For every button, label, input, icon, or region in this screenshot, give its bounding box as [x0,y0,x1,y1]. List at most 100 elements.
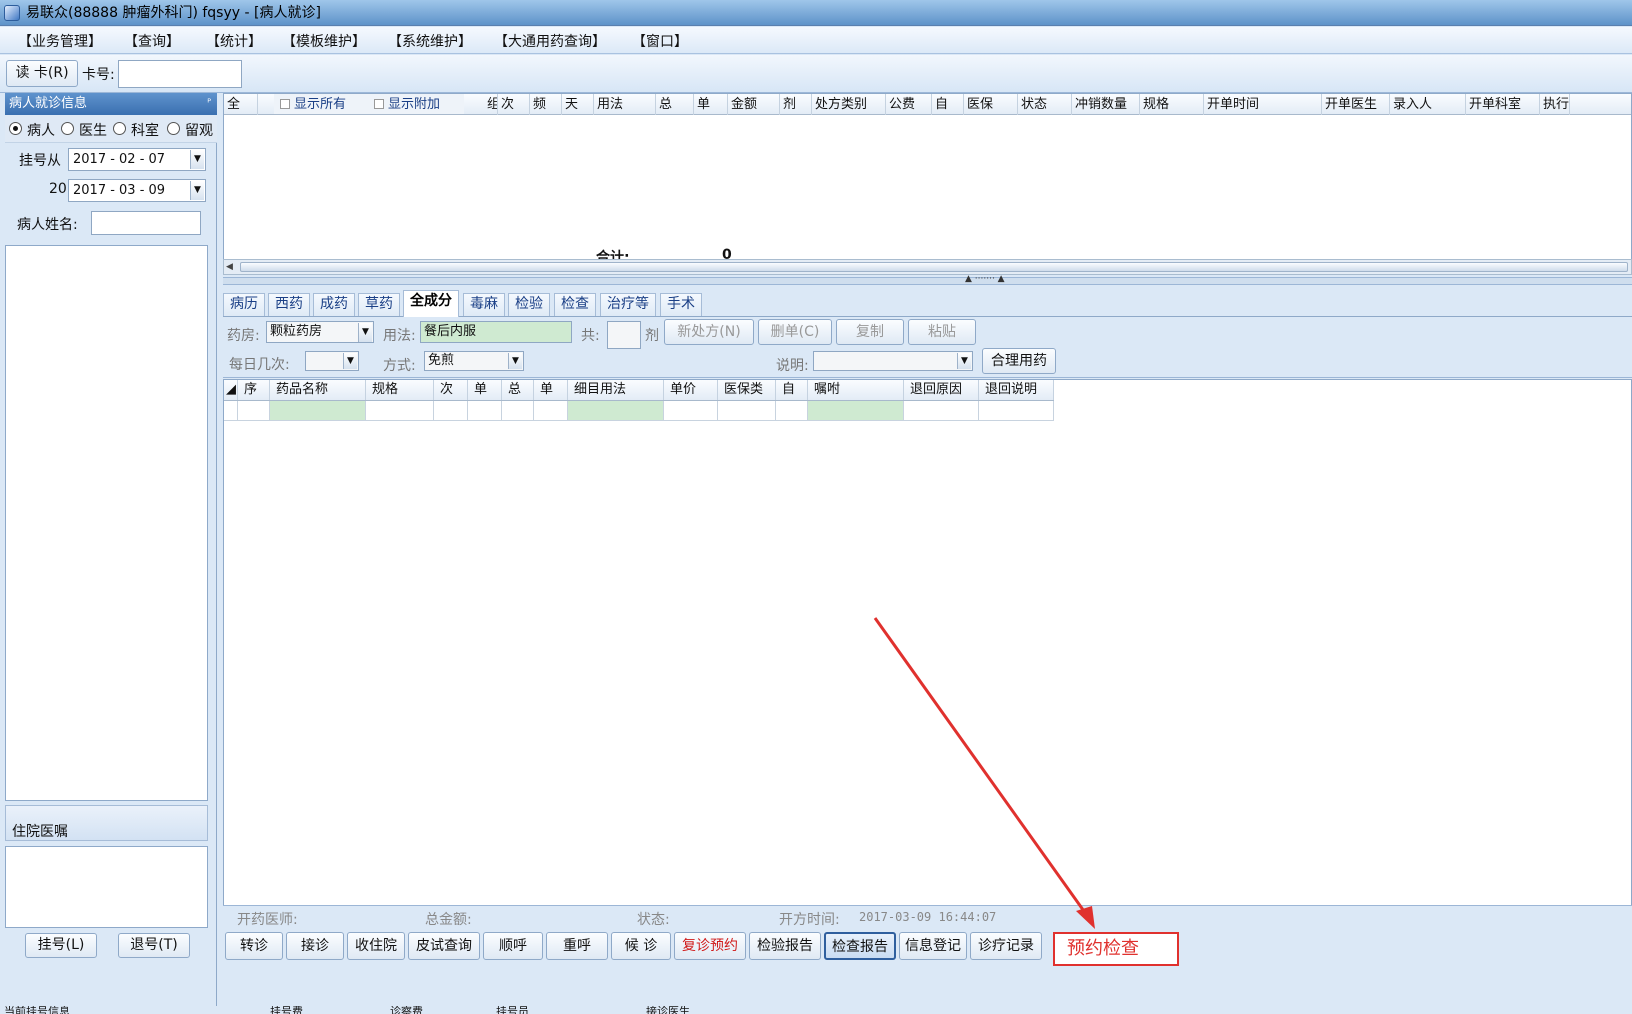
col-drug-unit2[interactable]: 单 [534,380,568,400]
show-all-checkbox[interactable] [280,99,290,109]
col-total[interactable]: 总 [656,94,694,115]
table-cell[interactable] [270,401,366,421]
col-spec[interactable]: 规格 [1140,94,1204,115]
patient-list[interactable] [5,245,208,801]
col-order-dept[interactable]: 开单科室 [1466,94,1540,115]
menu-template[interactable]: 【模板维护】 [282,31,366,51]
tab-medical-record[interactable]: 病历 [223,293,265,316]
sequential-call-button[interactable]: 顺呼 [483,932,543,960]
col-entered-by[interactable]: 录入人 [1390,94,1466,115]
col-days[interactable]: 天 [562,94,594,115]
menu-statistics[interactable]: 【统计】 [206,31,262,51]
unregister-button[interactable]: 退号(T) [118,933,190,958]
exam-report-button[interactable]: 检查报告 [824,932,896,960]
col-drug-unit[interactable]: 单 [468,380,502,400]
paste-button[interactable]: 粘贴 [908,319,976,345]
col-instructions[interactable]: 嘱咐 [808,380,904,400]
register-button[interactable]: 挂号(L) [25,933,97,958]
read-card-button[interactable]: 读 卡(R) [6,60,78,87]
col-drug-self[interactable]: 自 [776,380,808,400]
copy-button[interactable]: 复制 [836,319,904,345]
recall-button[interactable]: 重呼 [546,932,608,960]
transfer-button[interactable]: 转诊 [225,932,283,960]
menu-business[interactable]: 【业务管理】 [18,31,102,51]
radio-patient[interactable] [9,122,22,135]
menu-window[interactable]: 【窗口】 [632,31,688,51]
radio-observation[interactable] [167,122,180,135]
total-doses-input[interactable] [607,321,641,349]
table-cell[interactable] [434,401,468,421]
col-drug-name[interactable]: 药品名称 [270,380,366,400]
radio-department[interactable] [113,122,126,135]
col-seq[interactable]: 序 [238,380,270,400]
info-registration-button[interactable]: 信息登记 [899,932,967,960]
table-cell[interactable] [904,401,979,421]
col-group[interactable]: 组 [484,94,498,115]
col-freq[interactable]: 频 [530,94,562,115]
table-cell[interactable] [718,401,776,421]
tab-lab-test[interactable]: 检验 [508,293,550,316]
admit-button[interactable]: 收住院 [347,932,405,960]
table-cell[interactable] [238,401,270,421]
col-order-doctor[interactable]: 开单医生 [1322,94,1390,115]
table-cell[interactable] [568,401,664,421]
radio-doctor[interactable] [61,122,74,135]
table-cell[interactable] [366,401,434,421]
col-order-time[interactable]: 开单时间 [1204,94,1322,115]
method-select[interactable]: 免煎 ▼ [424,351,524,371]
tab-treatment[interactable]: 治疗等 [600,293,656,316]
tab-examination[interactable]: 检查 [554,293,596,316]
col-status[interactable]: 状态 [1018,94,1072,115]
tab-narcotics[interactable]: 毒麻 [463,293,505,316]
skin-test-query-button[interactable]: 皮试查询 [408,932,480,960]
waiting-button[interactable]: 候 诊 [611,932,671,960]
follow-up-appointment-button[interactable]: 复诊预约 [674,932,746,960]
col-times[interactable]: 次 [498,94,530,115]
menu-system[interactable]: 【系统维护】 [388,31,472,51]
chevron-down-icon[interactable]: ▼ [190,150,204,169]
show-extra-checkbox[interactable] [374,99,384,109]
patient-name-input[interactable] [91,211,201,235]
col-self[interactable]: 自 [932,94,964,115]
col-dose[interactable]: 剂 [780,94,812,115]
menu-query[interactable]: 【查询】 [124,31,180,51]
splitter[interactable]: ▲ ······· ▲ [223,274,1632,285]
table-cell[interactable] [979,401,1054,421]
col-rx-category[interactable]: 处方类别 [812,94,886,115]
tab-western-medicine[interactable]: 西药 [268,293,310,316]
col-public-fee[interactable]: 公费 [886,94,932,115]
scroll-left-icon[interactable]: ◀ [226,260,233,274]
col-detail-usage[interactable]: 细目用法 [568,380,664,400]
table-cell[interactable] [776,401,808,421]
tab-herbal-medicine[interactable]: 草药 [358,293,400,316]
usage-input[interactable]: 餐后内服 [420,321,572,343]
rational-drug-button[interactable]: 合理用药 [982,348,1056,374]
lab-report-button[interactable]: 检验报告 [749,932,821,960]
col-insurance-type[interactable]: 医保类 [718,380,776,400]
chevron-down-icon[interactable]: ▼ [343,353,357,369]
col-insurance[interactable]: 医保 [964,94,1018,115]
chevron-down-icon[interactable]: ▼ [190,181,204,200]
scroll-thumb[interactable] [240,262,1628,272]
pin-icon[interactable]: ᴾ [207,93,211,115]
drug-grid[interactable]: ◢ 序 药品名称 规格 次 单 总 单 细目用法 单价 医保类 自 嘱咐 退回原… [223,379,1632,914]
col-amount[interactable]: 金额 [728,94,780,115]
table-cell[interactable] [502,401,534,421]
col-return-note[interactable]: 退回说明 [979,380,1054,400]
col-usage[interactable]: 用法 [594,94,656,115]
delete-prescription-button[interactable]: 删单(C) [758,319,832,345]
chevron-down-icon[interactable]: ▼ [358,323,372,342]
card-number-input[interactable] [118,60,242,88]
chevron-down-icon[interactable]: ▼ [957,353,971,369]
order-grid[interactable]: 全 组 次 频 天 用法 总 单 金额 剂 处方类别 公费 自 医保 状态 冲销… [223,93,1632,267]
col-offset-qty[interactable]: 冲销数量 [1072,94,1140,115]
daily-times-select[interactable]: ▼ [305,351,359,371]
tab-patent-medicine[interactable]: 成药 [313,293,355,316]
appointment-exam-annotation[interactable]: 预约检查 [1053,932,1179,966]
table-cell[interactable] [808,401,904,421]
reg-to-date[interactable]: 2017 - 03 - 09 ▼ [68,179,206,202]
col-unit[interactable]: 单 [694,94,728,115]
tab-surgery[interactable]: 手术 [660,293,702,316]
col-drug-total[interactable]: 总 [502,380,534,400]
table-cell[interactable] [468,401,502,421]
